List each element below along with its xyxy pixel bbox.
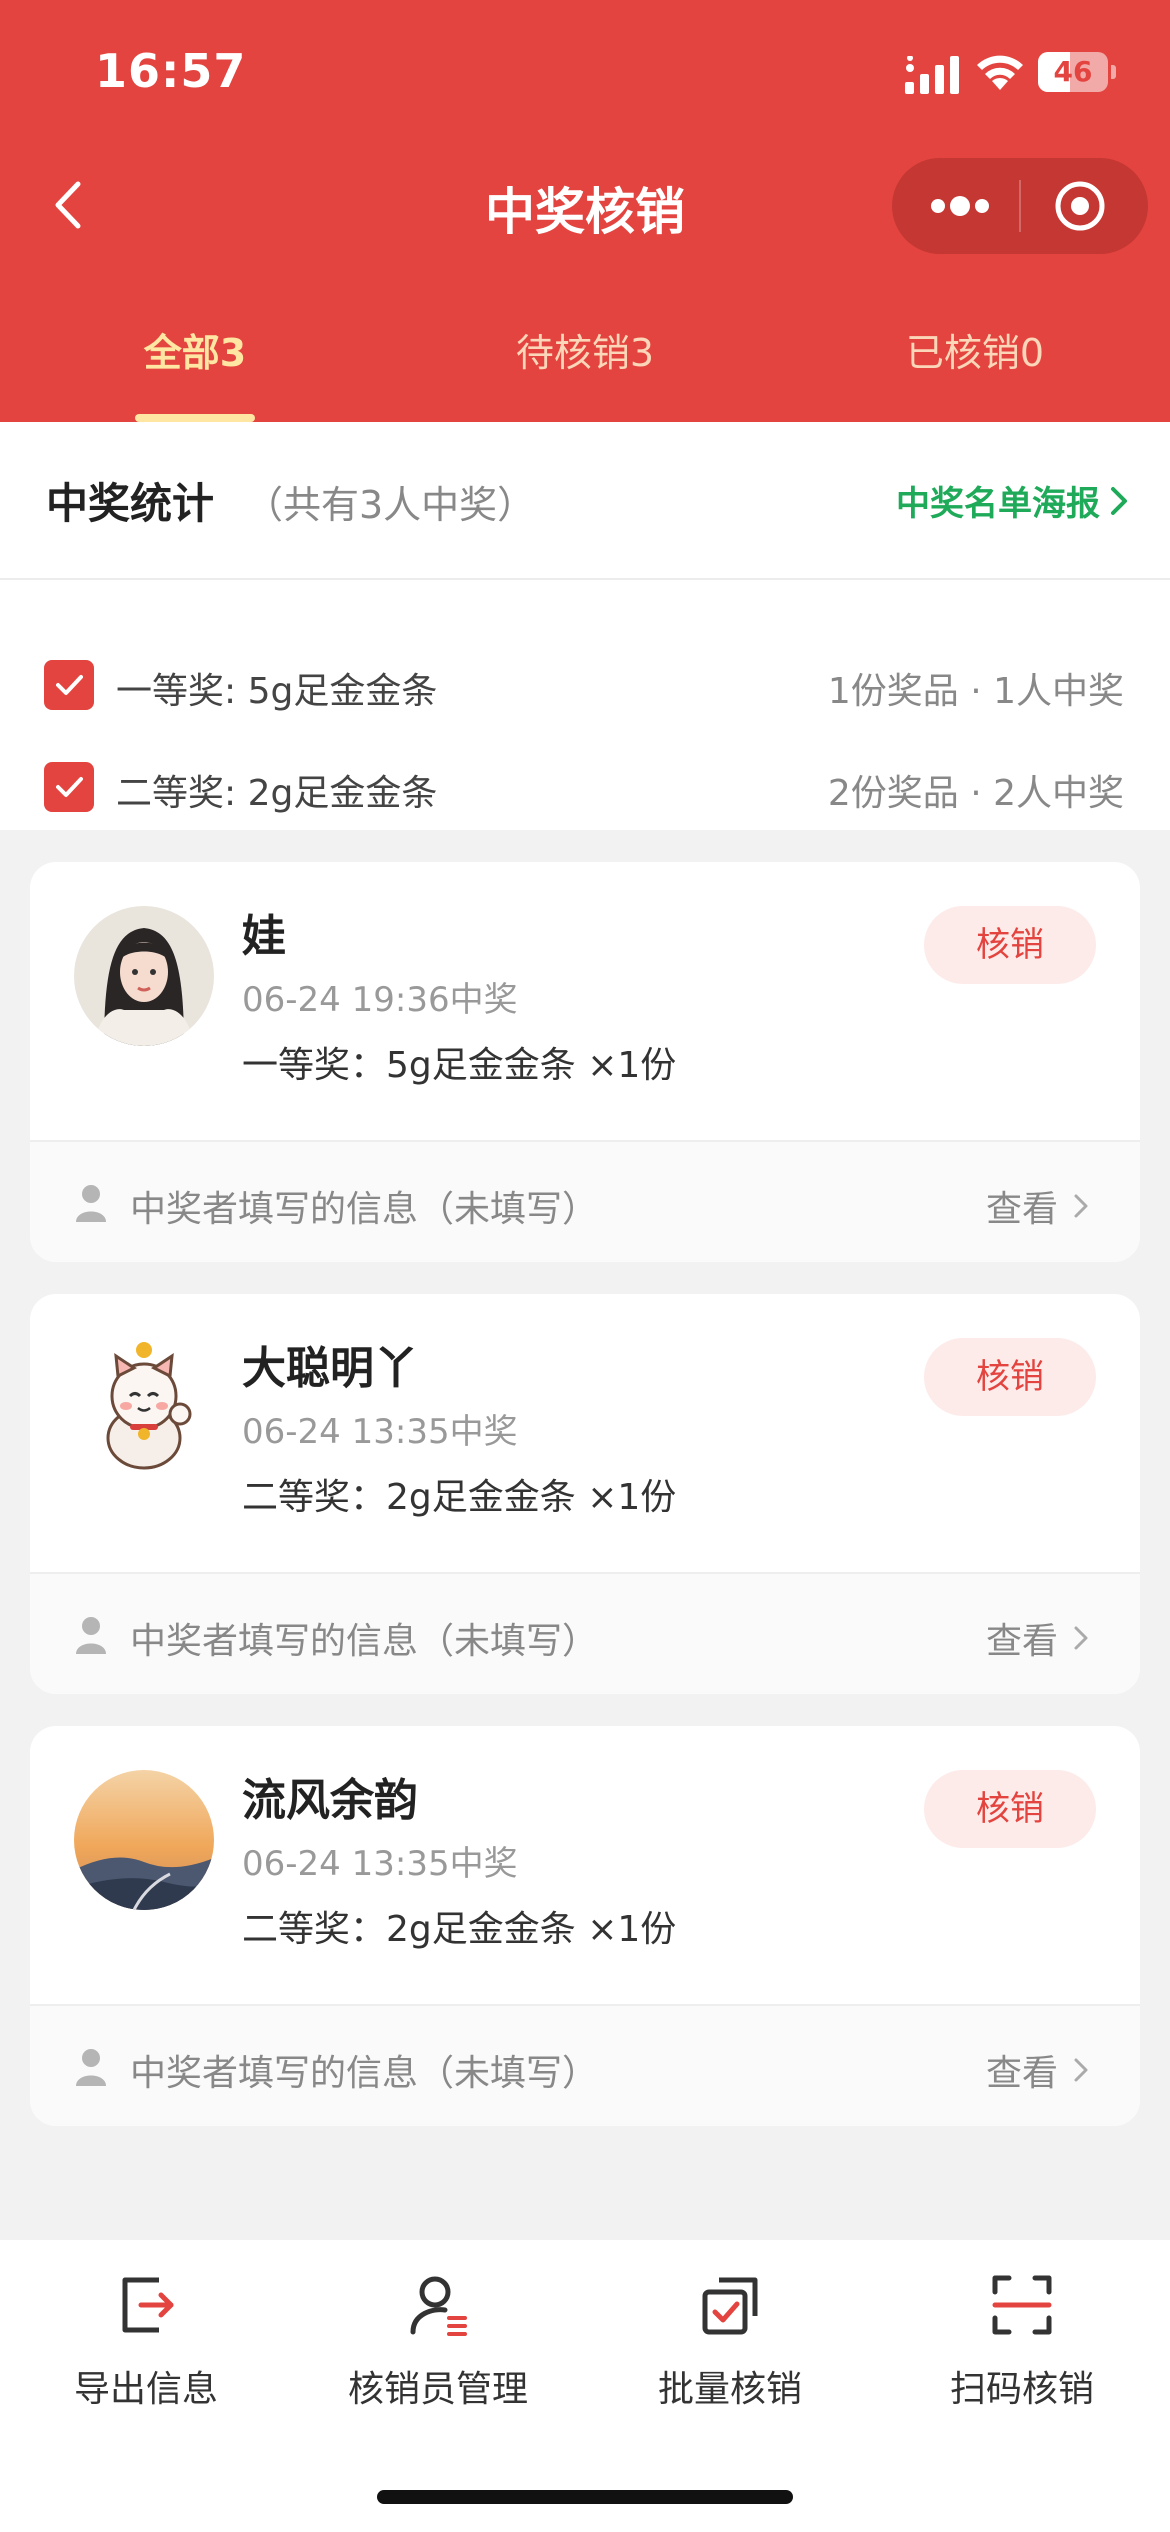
staff-manage-icon — [410, 2276, 467, 2336]
status-time: 16:57 — [95, 44, 247, 98]
tab-active-indicator — [135, 414, 255, 422]
redeem-button[interactable]: 核销 — [924, 1770, 1096, 1848]
poster-link-label: 中奖名单海报 — [896, 484, 1100, 524]
winner-name: 大聪明丫 — [242, 1343, 418, 1394]
prize-line: 一等奖：5g足金金条 ×1份 — [242, 1045, 677, 1086]
win-time: 06-24 19:36中奖 — [242, 980, 518, 1020]
info-label: 中奖者填写的信息（未填写） — [130, 1189, 599, 1230]
target-close-icon[interactable] — [1054, 180, 1106, 232]
staff-manage-button[interactable]: 核销员管理 — [292, 2270, 584, 2412]
chevron-right-icon — [1074, 2058, 1088, 2082]
checkmark-icon — [56, 675, 83, 695]
scan-code-icon — [992, 2275, 1052, 2335]
person-icon — [76, 1185, 106, 1222]
stats-title: 中奖统计 — [46, 479, 215, 528]
bottom-label: 扫码核销 — [949, 2369, 1094, 2410]
view-label: 查看 — [985, 1621, 1058, 1662]
export-icon — [122, 2277, 174, 2333]
tab-redeemed[interactable]: 已核销0 — [825, 322, 1125, 377]
batch-redeem-button[interactable]: 批量核销 — [584, 2270, 876, 2412]
redeem-button[interactable]: 核销 — [924, 1338, 1096, 1416]
chevron-right-icon — [1111, 486, 1127, 515]
winner-card: 流风余韵 06-24 13:35中奖 二等奖：2g足金金条 ×1份 核销 中奖者… — [30, 1726, 1140, 2126]
home-indicator — [377, 2490, 793, 2504]
info-label: 中奖者填写的信息（未填写） — [130, 1621, 599, 1662]
person-icon — [76, 2049, 106, 2086]
batch-redeem-icon — [702, 2277, 758, 2335]
lucky-cat-avatar — [74, 1338, 214, 1478]
status-bar: 16:57 46 — [0, 0, 1170, 150]
prize-line: 二等奖：2g足金金条 ×1份 — [242, 1909, 677, 1950]
chevron-right-icon — [1074, 1194, 1088, 1218]
winner-info-row[interactable]: 中奖者填写的信息（未填写） 查看 — [30, 1140, 1140, 1262]
divider — [0, 578, 1170, 580]
prize-checkbox[interactable] — [44, 660, 94, 710]
stats-subtitle: （共有3人中奖） — [245, 483, 536, 527]
prize-name: 一等奖: 5g足金金条 — [116, 671, 438, 712]
redeem-button[interactable]: 核销 — [924, 906, 1096, 984]
scan-redeem-button[interactable]: 扫码核销 — [876, 2270, 1168, 2412]
winner-poster-link[interactable]: 中奖名单海报 — [896, 476, 1130, 525]
battery-icon: 46 — [1038, 52, 1118, 92]
chevron-right-icon — [1074, 1626, 1088, 1650]
win-time: 06-24 13:35中奖 — [242, 1844, 518, 1884]
prize-row: 一等奖: 5g足金金条 1份奖品 · 1人中奖 — [0, 654, 1170, 714]
winner-info-row[interactable]: 中奖者填写的信息（未填写） 查看 — [30, 1572, 1140, 1694]
girl-portrait-avatar — [74, 906, 214, 1046]
tab-bar: 全部3 待核销3 已核销0 — [0, 310, 1170, 422]
win-time: 06-24 13:35中奖 — [242, 1412, 518, 1452]
bottom-action-bar: 导出信息 核销员管理 批量核销 扫码核销 — [0, 2240, 1170, 2532]
checkmark-icon — [56, 777, 83, 797]
bottom-label: 批量核销 — [657, 2369, 802, 2410]
prize-count: 1份奖品 · 1人中奖 — [827, 671, 1124, 712]
wifi-icon — [977, 55, 1023, 90]
view-link[interactable]: 查看 — [986, 2044, 1090, 2096]
winner-name: 娃 — [242, 911, 286, 962]
export-info-button[interactable]: 导出信息 — [0, 2270, 292, 2412]
header: 16:57 46 中奖核销 全部3 待核销3 已核销0 — [0, 0, 1170, 422]
winner-card: 娃 06-24 19:36中奖 一等奖：5g足金金条 ×1份 核销 中奖者填写的… — [30, 862, 1140, 1262]
prize-checkbox[interactable] — [44, 762, 94, 812]
winner-info-row[interactable]: 中奖者填写的信息（未填写） 查看 — [30, 2004, 1140, 2126]
person-icon — [76, 1617, 106, 1654]
prize-line: 二等奖：2g足金金条 ×1份 — [242, 1477, 677, 1518]
battery-level: 46 — [1053, 55, 1093, 88]
view-link[interactable]: 查看 — [986, 1612, 1090, 1664]
prize-count: 2份奖品 · 2人中奖 — [827, 773, 1124, 814]
info-label: 中奖者填写的信息（未填写） — [130, 2053, 599, 2094]
view-link[interactable]: 查看 — [986, 1180, 1090, 1232]
more-dots-icon[interactable] — [920, 186, 1000, 226]
winner-card: 大聪明丫 06-24 13:35中奖 二等奖：2g足金金条 ×1份 核销 中奖者… — [30, 1294, 1140, 1694]
signal-icon — [905, 56, 959, 94]
mini-program-capsule — [892, 158, 1148, 254]
tab-pending[interactable]: 待核销3 — [435, 322, 735, 377]
view-label: 查看 — [985, 2053, 1058, 2094]
capsule-divider — [1019, 180, 1021, 232]
sunset-landscape-avatar — [74, 1770, 214, 1910]
view-label: 查看 — [985, 1189, 1058, 1230]
winner-name: 流风余韵 — [242, 1775, 418, 1826]
tab-all[interactable]: 全部3 — [45, 322, 345, 377]
prize-name: 二等奖: 2g足金金条 — [116, 773, 438, 814]
bottom-label: 导出信息 — [73, 2369, 218, 2410]
prize-statistics: 中奖统计 （共有3人中奖） 中奖名单海报 一等奖: 5g足金金条 1份奖品 · … — [0, 422, 1170, 830]
bottom-label: 核销员管理 — [347, 2369, 528, 2410]
prize-row: 二等奖: 2g足金金条 2份奖品 · 2人中奖 — [0, 756, 1170, 816]
